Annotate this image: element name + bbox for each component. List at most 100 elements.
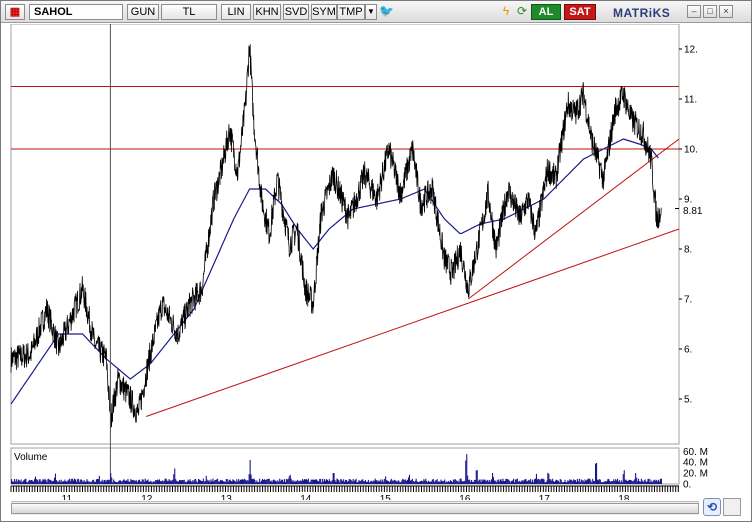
volume-bar [221, 480, 223, 484]
volume-bar [52, 481, 54, 484]
refresh-icon[interactable]: ⟳ [515, 4, 529, 20]
volume-bar [582, 480, 584, 484]
volume-bar [292, 480, 294, 484]
volume-bar [285, 479, 287, 484]
volume-bar [375, 480, 377, 484]
volume-bar [517, 481, 519, 484]
volume-bar [494, 480, 496, 484]
volume-bar [37, 481, 39, 484]
linear-scale-button[interactable]: LIN [221, 4, 251, 20]
volume-bar [630, 480, 632, 484]
volume-bar [542, 478, 544, 484]
volume-bar [115, 481, 117, 484]
volume-bar [243, 478, 245, 484]
volume-bar [396, 482, 398, 484]
price-axis: 12. 11. 10. 9. 8. 7. 6. 5. [679, 45, 698, 406]
volume-bar [498, 481, 500, 484]
volume-bar [261, 480, 263, 484]
period-button[interactable]: GUN [127, 4, 159, 20]
volume-bar [139, 481, 141, 484]
volume-bar [442, 481, 444, 484]
maximize-button[interactable]: □ [703, 5, 717, 18]
volume-bar [511, 480, 513, 484]
currency-button[interactable]: TL [161, 4, 217, 20]
volume-bar [111, 477, 113, 484]
volume-bar [421, 480, 423, 484]
volume-bar [217, 478, 219, 484]
time-scrollbar[interactable] [11, 501, 699, 515]
volume-bar [41, 480, 43, 484]
brand-logo: MATRiKS [613, 6, 671, 20]
volume-bar [634, 479, 636, 484]
volume-bar [367, 479, 369, 484]
volume-bar [106, 480, 108, 484]
volume-bar [515, 479, 517, 484]
close-button[interactable]: × [719, 5, 733, 18]
volume-bar [611, 481, 613, 484]
volume-bar [102, 481, 104, 484]
volume-bar [150, 480, 152, 484]
volume-bar [524, 479, 526, 484]
volume-bar [626, 481, 628, 484]
symbol-field[interactable]: SAHOL [29, 4, 123, 20]
khn-button[interactable]: KHN [253, 4, 281, 20]
volume-bar [484, 479, 486, 484]
volume-bar [241, 479, 243, 484]
volume-bar [125, 480, 127, 484]
volume-bar [588, 478, 590, 484]
volume-bar [403, 479, 405, 484]
volume-bar [651, 482, 653, 484]
volume-bar [501, 481, 503, 484]
twitter-icon[interactable]: 🐦 [379, 4, 394, 20]
y-tick-label: 11. [684, 95, 697, 106]
volume-bar [419, 481, 421, 484]
y-tick-label: 9. [684, 195, 692, 206]
buy-button[interactable]: AL [531, 4, 561, 20]
resize-corner[interactable] [723, 498, 741, 516]
volume-bar [290, 478, 292, 484]
volume-bar [607, 478, 609, 484]
volume-bar [457, 480, 459, 484]
volume-bar [266, 479, 268, 484]
volume-bar [338, 480, 340, 484]
svd-button[interactable]: SVD [283, 4, 309, 20]
volume-bar [345, 480, 347, 484]
volume-bar [273, 479, 275, 484]
volume-bar [179, 480, 181, 484]
volume-bar [413, 481, 415, 484]
refresh-button[interactable]: ⟲ [703, 498, 721, 516]
volume-bar [227, 481, 229, 484]
volume-bar [113, 479, 115, 484]
symbol-button[interactable]: SYM [311, 4, 337, 20]
volume-bar [486, 480, 488, 484]
volume-bar [617, 481, 619, 484]
volume-bar [342, 481, 344, 484]
volume-bar [436, 479, 438, 484]
chart-type-icon[interactable]: ▦ [5, 4, 25, 20]
volume-bar [257, 481, 259, 484]
volume-bar [336, 478, 338, 484]
template-button[interactable]: TMP [337, 4, 365, 20]
volume-bar [577, 481, 579, 484]
minimize-button[interactable]: – [687, 5, 701, 18]
template-dropdown-icon[interactable]: ▼ [365, 4, 377, 20]
sell-button[interactable]: SAT [564, 4, 596, 20]
volume-bar [333, 473, 335, 484]
volume-bar [141, 479, 143, 484]
lightning-icon[interactable]: ϟ [499, 4, 513, 20]
x-tick-label: 16 [459, 494, 471, 500]
volume-bar [319, 478, 321, 484]
volume-bar [334, 480, 336, 484]
scrollbar-thumb[interactable] [11, 503, 699, 514]
volume-bar [536, 479, 538, 484]
price-chart[interactable]: 12. 11. 10. 9. 8. 7. 6. 5. 8.81 Volume 60. M40.… [1, 24, 751, 500]
volume-bar [29, 479, 31, 484]
volume-bar [327, 481, 329, 484]
volume-bar [200, 480, 202, 484]
volume-bar [277, 480, 279, 484]
volume-bar [25, 478, 27, 484]
volume-bar [198, 479, 200, 484]
volume-bar [621, 481, 623, 484]
volume-bar [619, 482, 621, 484]
volume-bar [422, 481, 424, 484]
